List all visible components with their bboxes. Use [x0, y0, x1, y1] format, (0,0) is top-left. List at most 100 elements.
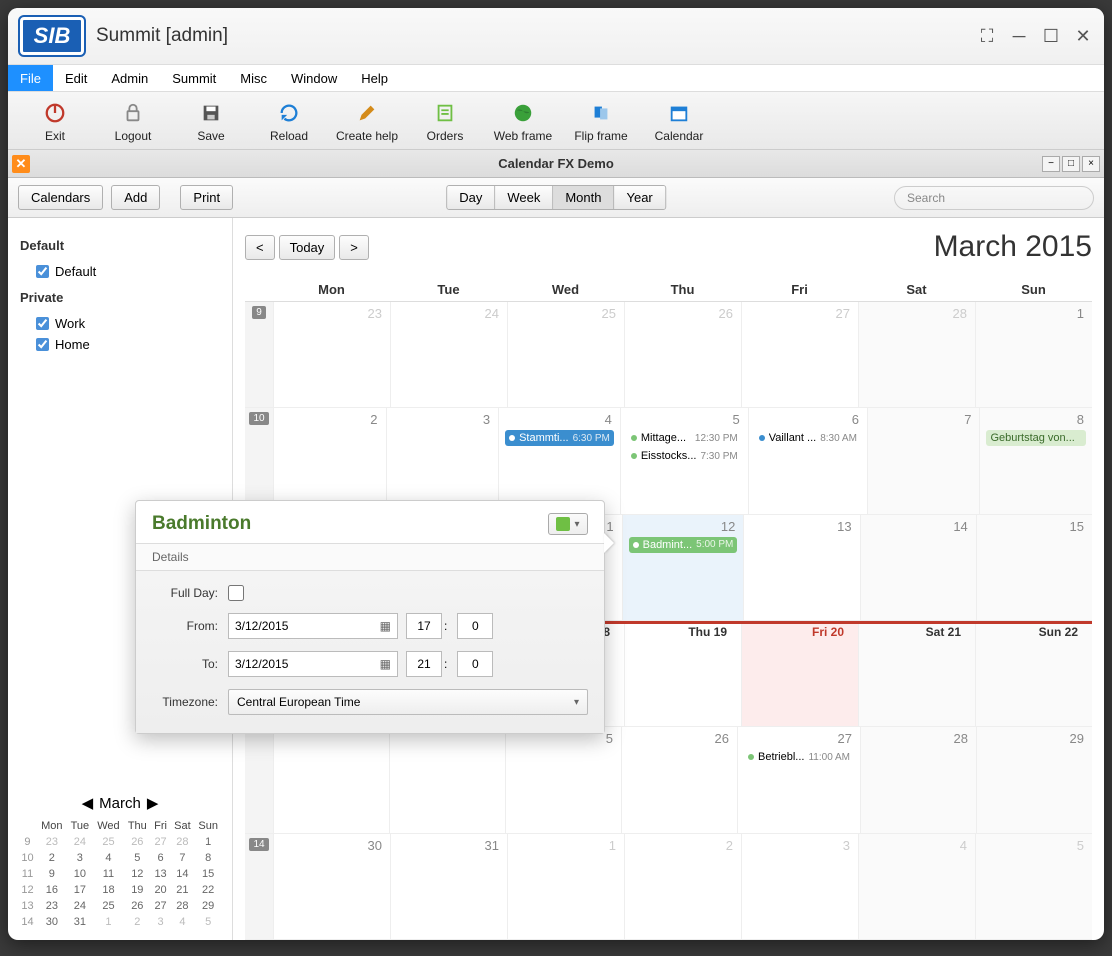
day-cell[interactable]: 27 [741, 302, 858, 407]
menu-edit[interactable]: Edit [53, 65, 99, 91]
toolbar-exit-button[interactable]: Exit [16, 99, 94, 143]
mini-day[interactable]: 29 [194, 898, 222, 914]
day-cell[interactable]: 29 [976, 727, 1092, 832]
mini-day[interactable]: 2 [37, 850, 67, 866]
toolbar-save-button[interactable]: Save [172, 99, 250, 143]
mini-day[interactable]: 25 [93, 898, 124, 914]
day-cell[interactable]: 26 [621, 727, 737, 832]
mini-day[interactable]: 9 [37, 866, 67, 882]
day-cell[interactable]: 12Badmint...5:00 PM [622, 515, 744, 620]
mini-day[interactable]: 14 [170, 866, 194, 882]
event-chip[interactable]: Vaillant ...8:30 AM [755, 430, 861, 446]
day-cell[interactable]: 8Geburtstag von... [979, 408, 1092, 513]
close-icon[interactable]: ✕ [1074, 27, 1092, 45]
next-button[interactable]: > [339, 235, 369, 260]
day-cell[interactable]: 4 [858, 834, 975, 939]
mini-day[interactable]: 16 [37, 882, 67, 898]
day-cell[interactable]: 13 [743, 515, 859, 620]
day-cell[interactable]: 30 [273, 834, 390, 939]
mini-day[interactable]: 24 [67, 834, 93, 850]
calendar-item-default[interactable]: Default [20, 261, 220, 282]
mini-day[interactable]: 30 [37, 914, 67, 930]
sub-close-icon[interactable]: ✕ [12, 155, 30, 173]
mini-day[interactable]: 23 [37, 898, 67, 914]
day-cell[interactable]: Fri 20 [741, 621, 858, 726]
mini-day[interactable]: 28 [170, 834, 194, 850]
add-button[interactable]: Add [111, 185, 160, 210]
toolbar-reload-button[interactable]: Reload [250, 99, 328, 143]
event-chip[interactable]: Geburtstag von... [986, 430, 1086, 446]
mini-day[interactable]: 27 [151, 898, 171, 914]
day-cell[interactable]: Sun 22 [975, 621, 1092, 726]
toolbar-create-help-button[interactable]: Create help [328, 99, 406, 143]
day-cell[interactable]: 5 [975, 834, 1092, 939]
mini-day[interactable]: 3 [151, 914, 171, 930]
view-year[interactable]: Year [614, 186, 664, 209]
mini-day[interactable]: 4 [93, 850, 124, 866]
day-cell[interactable]: 26 [624, 302, 741, 407]
day-cell[interactable]: 5Mittage...12:30 PMEisstocks...7:30 PM [620, 408, 748, 513]
prev-button[interactable]: < [245, 235, 275, 260]
day-cell[interactable]: 28 [860, 727, 976, 832]
day-cell[interactable]: 6Vaillant ...8:30 AM [748, 408, 867, 513]
menu-misc[interactable]: Misc [228, 65, 279, 91]
calendar-checkbox[interactable] [36, 317, 49, 330]
view-week[interactable]: Week [495, 186, 553, 209]
event-chip[interactable]: Stammti...6:30 PM [505, 430, 614, 446]
view-month[interactable]: Month [553, 186, 614, 209]
event-chip[interactable]: Badmint...5:00 PM [629, 537, 738, 553]
print-button[interactable]: Print [180, 185, 233, 210]
day-cell[interactable]: 4Stammti...6:30 PM [498, 408, 620, 513]
mini-day[interactable]: 3 [67, 850, 93, 866]
day-cell[interactable]: 1 [975, 302, 1092, 407]
mini-day[interactable]: 12 [124, 866, 151, 882]
sub-x-icon[interactable]: × [1082, 156, 1100, 172]
minimize-icon[interactable]: ─ [1010, 27, 1028, 45]
day-cell[interactable]: 2 [273, 408, 386, 513]
event-chip[interactable]: Betriebl...11:00 AM [744, 749, 854, 765]
day-cell[interactable]: 2 [624, 834, 741, 939]
toolbar-calendar-button[interactable]: Calendar [640, 99, 718, 143]
day-cell[interactable]: 7 [867, 408, 980, 513]
mini-day[interactable]: 4 [170, 914, 194, 930]
mini-day[interactable]: 18 [93, 882, 124, 898]
calendar-checkbox[interactable] [36, 265, 49, 278]
mini-day[interactable]: 2 [124, 914, 151, 930]
toolbar-flip-frame-button[interactable]: Flip frame [562, 99, 640, 143]
day-cell[interactable] [389, 727, 505, 832]
calendars-button[interactable]: Calendars [18, 185, 103, 210]
day-cell[interactable] [273, 727, 389, 832]
day-cell[interactable]: 27Betriebl...11:00 AM [737, 727, 860, 832]
calendar-icon[interactable]: ▦ [380, 619, 391, 633]
mini-day[interactable]: 8 [194, 850, 222, 866]
mini-day[interactable]: 1 [194, 834, 222, 850]
from-hour-input[interactable]: 17 [406, 613, 442, 639]
fullscreen-icon[interactable]: ⛶ [978, 27, 996, 45]
fullday-checkbox[interactable] [228, 585, 244, 601]
menu-window[interactable]: Window [279, 65, 349, 91]
day-cell[interactable]: 14 [860, 515, 976, 620]
calendar-icon[interactable]: ▦ [380, 657, 391, 671]
mini-day[interactable]: 1 [93, 914, 124, 930]
day-cell[interactable]: Sat 21 [858, 621, 975, 726]
mini-day[interactable]: 20 [151, 882, 171, 898]
mini-day[interactable]: 26 [124, 834, 151, 850]
event-chip[interactable]: Eisstocks...7:30 PM [627, 448, 742, 464]
maximize-icon[interactable]: ☐ [1042, 27, 1060, 45]
menu-help[interactable]: Help [349, 65, 400, 91]
to-hour-input[interactable]: 21 [406, 651, 442, 677]
mini-day[interactable]: 17 [67, 882, 93, 898]
day-cell[interactable]: 15 [976, 515, 1092, 620]
mini-day[interactable]: 31 [67, 914, 93, 930]
mini-day[interactable]: 15 [194, 866, 222, 882]
mini-day[interactable]: 6 [151, 850, 171, 866]
day-cell[interactable]: 23 [273, 302, 390, 407]
today-button[interactable]: Today [279, 235, 336, 260]
popup-tab-details[interactable]: Details [136, 543, 604, 571]
calendar-item-work[interactable]: Work [20, 313, 220, 334]
day-cell[interactable]: 25 [507, 302, 624, 407]
color-picker[interactable]: ▾ [548, 513, 588, 535]
toolbar-web-frame-button[interactable]: Web frame [484, 99, 562, 143]
mini-prev-icon[interactable]: ◀ [82, 794, 94, 812]
mini-day[interactable]: 7 [170, 850, 194, 866]
